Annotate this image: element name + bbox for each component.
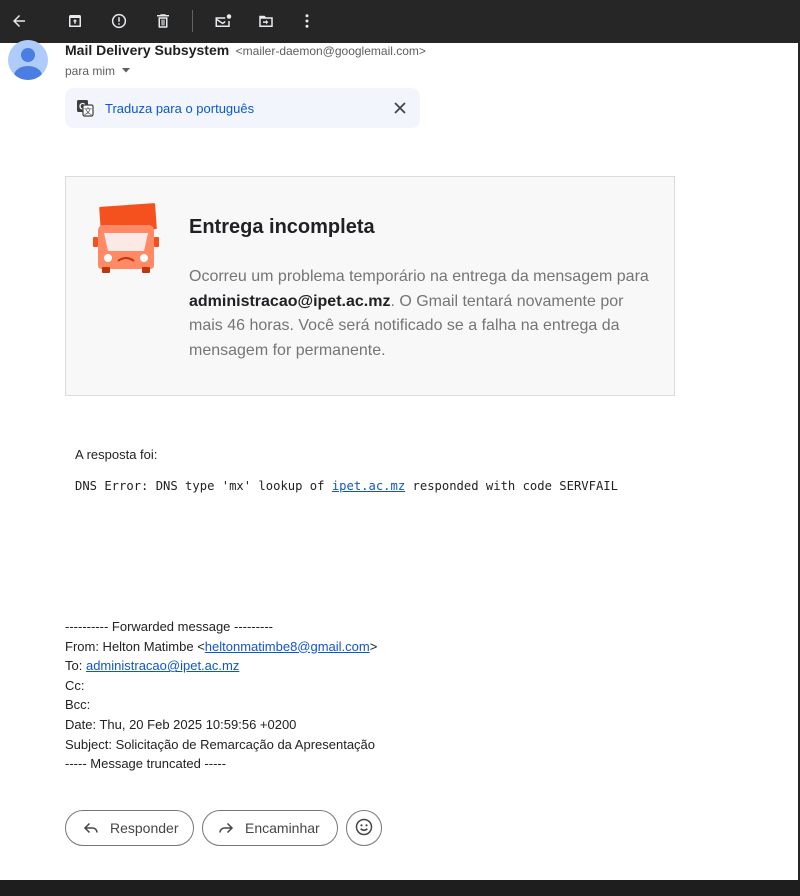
response-label: A resposta foi: [75, 447, 158, 462]
toolbar-divider [192, 10, 193, 32]
more-options-icon[interactable] [295, 9, 319, 33]
domain-link[interactable]: ipet.ac.mz [332, 479, 405, 493]
from-close: > [369, 638, 378, 654]
archive-icon[interactable] [63, 9, 87, 33]
card-message: Ocorreu um problema temporário na entreg… [189, 265, 659, 363]
to-email-link[interactable]: administracao@ipet.ac.mz [86, 658, 239, 673]
recipient-label: para mim [65, 64, 116, 78]
sender-line: Mail Delivery Subsystem <mailer-daemon@g… [65, 42, 426, 60]
from-email-link[interactable]: heltonmatimbe8@gmail.com [205, 639, 370, 654]
top-toolbar [0, 0, 800, 43]
move-to-icon[interactable] [254, 9, 278, 33]
back-arrow-icon[interactable] [7, 9, 31, 33]
card-message-start: Ocorreu um problema temporário na entreg… [189, 268, 649, 285]
forward-icon [217, 819, 235, 837]
from-label: From: Helton Matimbe < [65, 638, 205, 654]
close-icon[interactable] [391, 99, 409, 117]
report-spam-icon[interactable] [107, 9, 131, 33]
translate-link[interactable]: Traduza para o português [105, 101, 254, 116]
forwarded-message: ---------- Forwarded message --------- F… [65, 617, 377, 774]
response-code-end: responded with code SERVFAIL [405, 479, 618, 493]
delivery-status-card: Entrega incompleta Ocorreu um problema t… [65, 176, 675, 396]
delete-icon[interactable] [151, 9, 175, 33]
translate-bar: G 文 Traduza para o português [65, 88, 420, 128]
reply-label: Responder [110, 820, 179, 836]
forwarded-date: Date: Thu, 20 Feb 2025 10:59:56 +0200 [65, 716, 297, 732]
reply-icon [82, 819, 100, 837]
response-code-start: DNS Error: DNS type 'mx' lookup of [75, 479, 332, 493]
bottom-bar [0, 880, 800, 896]
forwarded-to: To: administracao@ipet.ac.mz [65, 656, 377, 676]
sender-email: <mailer-daemon@googlemail.com> [235, 44, 426, 58]
to-label: To: [65, 658, 86, 674]
failed-address: administracao@ipet.ac.mz [189, 292, 391, 310]
avatar[interactable] [8, 40, 48, 80]
forwarded-from: From: Helton Matimbe <heltonmatimbe8@gma… [65, 637, 377, 657]
forward-button[interactable]: Encaminhar [202, 810, 338, 846]
mark-unread-icon[interactable] [211, 9, 235, 33]
svg-text:文: 文 [84, 106, 92, 116]
chevron-down-icon[interactable] [121, 64, 131, 78]
emoji-reaction-button[interactable] [346, 810, 382, 846]
forwarded-bcc: Bcc: [65, 697, 91, 713]
emoji-icon [354, 817, 374, 840]
delivery-truck-icon [92, 203, 160, 273]
response-code: DNS Error: DNS type 'mx' lookup of ipet.… [75, 479, 618, 493]
forwarded-subject: Subject: Solicitação de Remarcação da Ap… [65, 736, 376, 752]
card-title: Entrega incompleta [189, 216, 375, 238]
forward-label: Encaminhar [245, 820, 320, 836]
forwarded-header: ---------- Forwarded message --------- [65, 619, 273, 634]
recipient-details[interactable]: para mim [65, 64, 131, 78]
sender-name[interactable]: Mail Delivery Subsystem [65, 42, 229, 58]
translate-icon: G 文 [76, 99, 94, 117]
reply-button[interactable]: Responder [65, 810, 194, 846]
forwarded-cc: Cc: [65, 677, 85, 693]
forwarded-truncated: ----- Message truncated ----- [65, 756, 227, 772]
